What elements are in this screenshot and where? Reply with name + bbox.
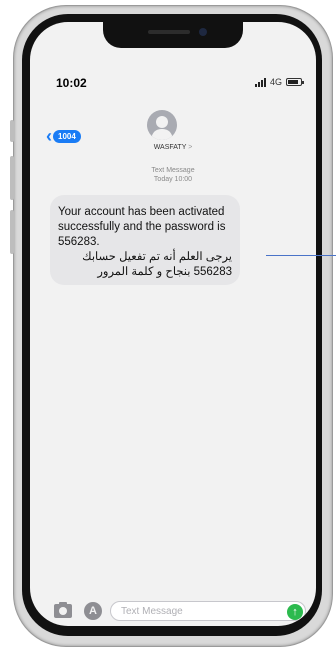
status-time: 10:02 (56, 76, 87, 90)
person-icon (151, 116, 173, 140)
speaker-grille (148, 30, 190, 34)
status-bar: 10:02 4G (30, 74, 316, 92)
side-button-volume-up (10, 156, 14, 200)
message-text-ar-line2: 556283 بنجاح و كلمة المرور (97, 266, 232, 278)
notch (103, 22, 243, 48)
message-timestamp: Today 10:00 (153, 176, 193, 183)
contact-name-label: WASFATY (153, 144, 187, 151)
message-type-label: Text Message (151, 167, 195, 174)
conversation-header: ‹ 1004 WASFATY > (30, 100, 316, 172)
compose-bar: A Text Message ↑ (30, 600, 316, 624)
phone-screen: 10:02 4G ‹ 1004 WASFATY > Text Message T (30, 22, 316, 626)
chevron-left-icon: ‹ (46, 126, 52, 146)
arrow-up-icon: ↑ (292, 606, 298, 618)
send-button[interactable]: ↑ (287, 604, 303, 620)
status-indicators: 4G (254, 77, 304, 87)
front-camera (199, 28, 207, 36)
app-store-icon[interactable]: A (84, 602, 102, 620)
message-text-en: Your account has been activated successf… (58, 206, 226, 248)
message-text-ar-line1: يرجى العلم أنه تم تفعيل حسابك (82, 251, 232, 263)
message-input[interactable]: Text Message (110, 601, 306, 621)
chevron-right-icon: > (188, 144, 193, 151)
message-bubble[interactable]: Your account has been activated successf… (50, 195, 240, 285)
back-button[interactable]: ‹ 1004 (46, 126, 81, 146)
side-button-volume-down (10, 210, 14, 254)
camera-icon[interactable] (54, 602, 72, 618)
message-meta: Text Message Today 10:00 (30, 166, 316, 184)
annotation-line (266, 255, 336, 256)
signal-icon (254, 77, 266, 87)
message-input-placeholder: Text Message (121, 606, 183, 617)
network-type: 4G (269, 77, 282, 87)
side-button-silent (10, 120, 14, 142)
unread-count-badge: 1004 (53, 129, 81, 143)
contact-name[interactable]: WASFATY > (30, 144, 316, 151)
battery-icon (286, 78, 304, 86)
contact-avatar[interactable] (147, 110, 177, 140)
